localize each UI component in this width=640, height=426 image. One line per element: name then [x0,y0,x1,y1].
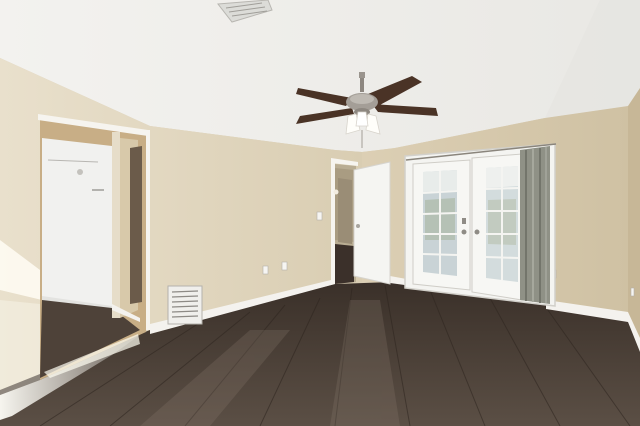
door-window-right [485,166,519,282]
light-switch-icon [316,211,323,221]
door-handle [461,229,467,235]
outlet-icon [262,265,269,275]
bathroom-doorway [38,114,150,380]
curtain [520,146,550,304]
fan-light [355,111,369,127]
right-wall [628,88,640,350]
outlet-icon [630,287,635,297]
room-photo [0,0,640,426]
outlet-icon [281,261,288,271]
door-window-left [422,170,458,276]
air-vent-icon [167,285,203,325]
sunlight-beam [0,300,40,395]
interior-door [353,161,391,285]
door-handle [474,229,480,235]
